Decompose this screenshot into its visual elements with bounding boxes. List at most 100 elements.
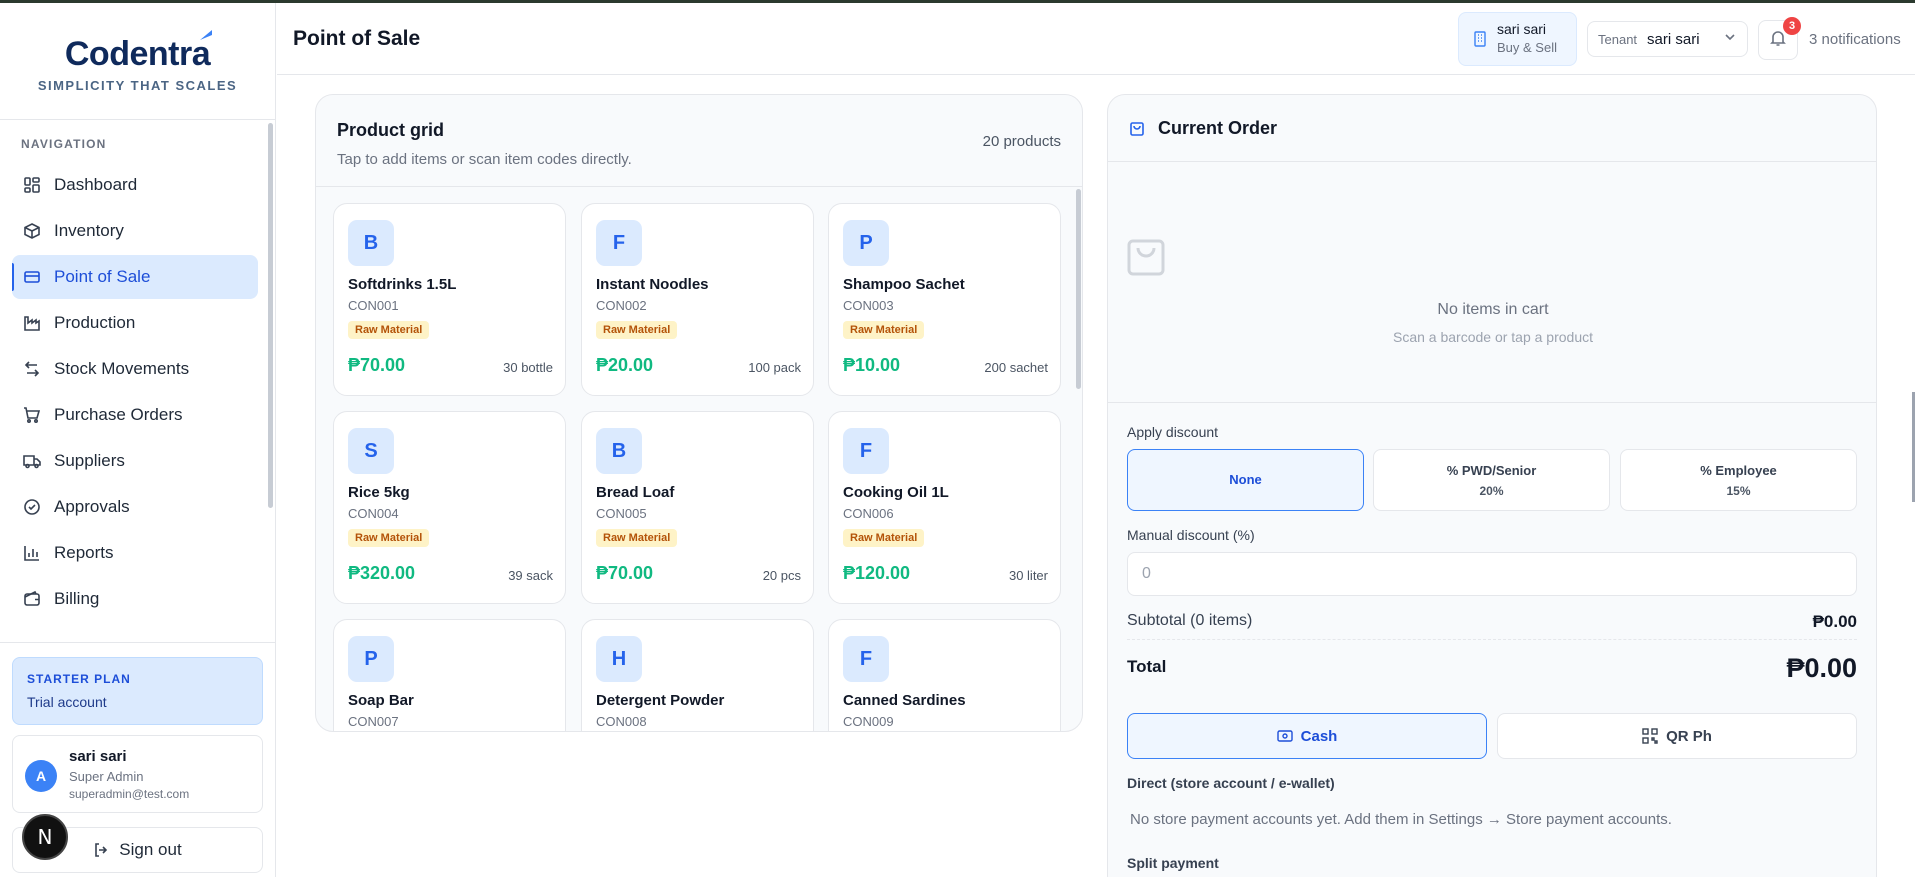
- subtotal-value: ₱0.00: [1812, 612, 1857, 631]
- sidebar-item-point-of-sale[interactable]: Point of Sale: [12, 255, 258, 299]
- tenant-select[interactable]: Tenant sari sari: [1587, 21, 1748, 57]
- building-icon: [1473, 31, 1487, 52]
- qr-ph-payment-button[interactable]: QR Ph: [1497, 713, 1857, 759]
- sidebar-scrollbar[interactable]: [268, 123, 273, 508]
- product-card[interactable]: H Detergent Powder CON008: [581, 619, 814, 731]
- plan-title: STARTER PLAN: [27, 672, 131, 686]
- wallet-icon: [22, 589, 42, 609]
- chevron-down-icon: [1723, 30, 1737, 49]
- discount-label: Apply discount: [1127, 424, 1219, 440]
- sidebar-item-production[interactable]: Production: [12, 301, 258, 345]
- product-name: Softdrinks 1.5L: [348, 276, 457, 293]
- sidebar-item-approvals[interactable]: Approvals: [12, 485, 258, 529]
- product-grid-title: Product grid: [337, 120, 444, 140]
- sidebar-item-stock-movements[interactable]: Stock Movements: [12, 347, 258, 391]
- product-name: Detergent Powder: [596, 692, 725, 709]
- banknote-icon: [1276, 730, 1293, 742]
- product-stock: 20 pcs: [762, 568, 801, 583]
- total-row: Total ₱0.00: [1127, 653, 1857, 697]
- product-card[interactable]: B Bread Loaf CON005 Raw Material ₱70.00 …: [581, 411, 814, 604]
- sidebar-item-reports[interactable]: Reports: [12, 531, 258, 575]
- product-code: CON002: [596, 298, 647, 313]
- card-icon: [22, 267, 42, 287]
- brand-block: Codentra SIMPLICITY THAT SCALES: [0, 3, 275, 120]
- current-order-panel: Current Order No items in cart Scan a ba…: [1107, 94, 1877, 877]
- product-code: CON004: [348, 506, 399, 521]
- product-grid-panel: Product grid Tap to add items or scan it…: [315, 94, 1083, 732]
- empty-bag-icon: [1126, 233, 1166, 282]
- page-title: Point of Sale: [293, 27, 421, 50]
- sidebar-item-dashboard[interactable]: Dashboard: [12, 163, 258, 207]
- sidebar-item-billing[interactable]: Billing: [12, 577, 258, 621]
- box-icon: [22, 221, 42, 241]
- tenant-value: sari sari: [1647, 30, 1700, 48]
- sign-out-label: Sign out: [119, 840, 182, 859]
- product-name: Soap Bar: [348, 692, 414, 709]
- product-stock: 30 liter: [1008, 568, 1048, 583]
- sidebar-item-label: Approvals: [54, 497, 130, 516]
- sidebar-item-label: Stock Movements: [54, 359, 190, 378]
- store-name: sari sari: [1497, 21, 1547, 37]
- brand-logo[interactable]: Codentra: [65, 30, 213, 74]
- notifications-button[interactable]: 3: [1758, 17, 1801, 60]
- sidebar-item-inventory[interactable]: Inventory: [12, 209, 258, 253]
- product-initial: S: [348, 428, 394, 474]
- product-initial: F: [843, 428, 889, 474]
- manual-discount-input[interactable]: [1127, 552, 1857, 596]
- product-price: ₱70.00: [596, 563, 654, 583]
- product-grid-scrollbar[interactable]: [1076, 189, 1081, 389]
- user-card[interactable]: A sari sari Super Admin superadmin@test.…: [12, 735, 263, 813]
- cash-payment-button[interactable]: Cash: [1127, 713, 1487, 759]
- product-type-badge: Raw Material: [348, 321, 430, 339]
- dev-tools-badge[interactable]: N: [22, 814, 68, 860]
- notifications-text: 3 notifications: [1809, 31, 1901, 48]
- product-type-badge: Raw Material: [596, 321, 678, 339]
- product-card[interactable]: B Softdrinks 1.5L CON001 Raw Material ₱7…: [333, 203, 566, 396]
- product-code: CON009: [843, 714, 894, 729]
- product-price: ₱20.00: [596, 355, 654, 375]
- store-subtitle: Buy & Sell: [1497, 40, 1557, 55]
- product-type-badge: Raw Material: [843, 321, 925, 339]
- empty-cart-title: No items in cart: [1437, 301, 1549, 318]
- product-card[interactable]: F Instant Noodles CON002 Raw Material ₱2…: [581, 203, 814, 396]
- product-card[interactable]: F Cooking Oil 1L CON006 Raw Material ₱12…: [828, 411, 1061, 604]
- current-order-title: Current Order: [1158, 117, 1278, 138]
- avatar: A: [25, 760, 57, 792]
- product-grid-subtitle: Tap to add items or scan item codes dire…: [337, 151, 632, 168]
- plan-card[interactable]: STARTER PLAN Trial account: [12, 657, 263, 725]
- direct-payment-label: Direct (store account / e-wallet): [1127, 775, 1335, 791]
- product-initial: P: [843, 220, 889, 266]
- shopping-bag-icon: [1128, 119, 1146, 137]
- product-card[interactable]: F Canned Sardines CON009: [828, 619, 1061, 731]
- qr-code-icon: [1642, 728, 1658, 744]
- sidebar-item-suppliers[interactable]: Suppliers: [12, 439, 258, 483]
- total-value: ₱0.00: [1786, 653, 1857, 683]
- sidebar-item-purchase-orders[interactable]: Purchase Orders: [12, 393, 258, 437]
- product-initial: P: [348, 636, 394, 682]
- sidebar-item-label: Production: [54, 313, 136, 332]
- direct-payment-note: No store payment accounts yet. Add them …: [1130, 811, 1672, 828]
- discount-none-button[interactable]: None: [1127, 449, 1364, 511]
- arrows-icon: [22, 359, 42, 379]
- cash-label: Cash: [1300, 727, 1338, 745]
- product-stock: 200 sachet: [984, 360, 1048, 375]
- product-card[interactable]: P Soap Bar CON007: [333, 619, 566, 731]
- manual-discount-label: Manual discount (%): [1127, 527, 1255, 543]
- product-price: ₱10.00: [843, 355, 901, 375]
- discount-pwd-senior-button[interactable]: % PWD/Senior 20%: [1373, 449, 1610, 511]
- sidebar-item-label: Point of Sale: [54, 267, 151, 286]
- notification-count-badge: 3: [1783, 17, 1801, 35]
- product-name: Canned Sardines: [843, 692, 966, 709]
- product-card[interactable]: P Shampoo Sachet CON003 Raw Material ₱10…: [828, 203, 1061, 396]
- store-chip[interactable]: sari sari Buy & Sell: [1458, 12, 1577, 66]
- product-initial: H: [596, 636, 642, 682]
- discount-employee-button[interactable]: % Employee 15%: [1620, 449, 1857, 511]
- product-code: CON001: [348, 298, 399, 313]
- product-stock: 30 bottle: [503, 360, 553, 375]
- product-code: CON003: [843, 298, 894, 313]
- product-card[interactable]: S Rice 5kg CON004 Raw Material ₱320.00 3…: [333, 411, 566, 604]
- tenant-label: Tenant: [1598, 31, 1638, 47]
- dashboard-icon: [22, 175, 42, 195]
- total-label: Total: [1127, 657, 1167, 676]
- main-content: Product grid Tap to add items or scan it…: [277, 76, 1915, 877]
